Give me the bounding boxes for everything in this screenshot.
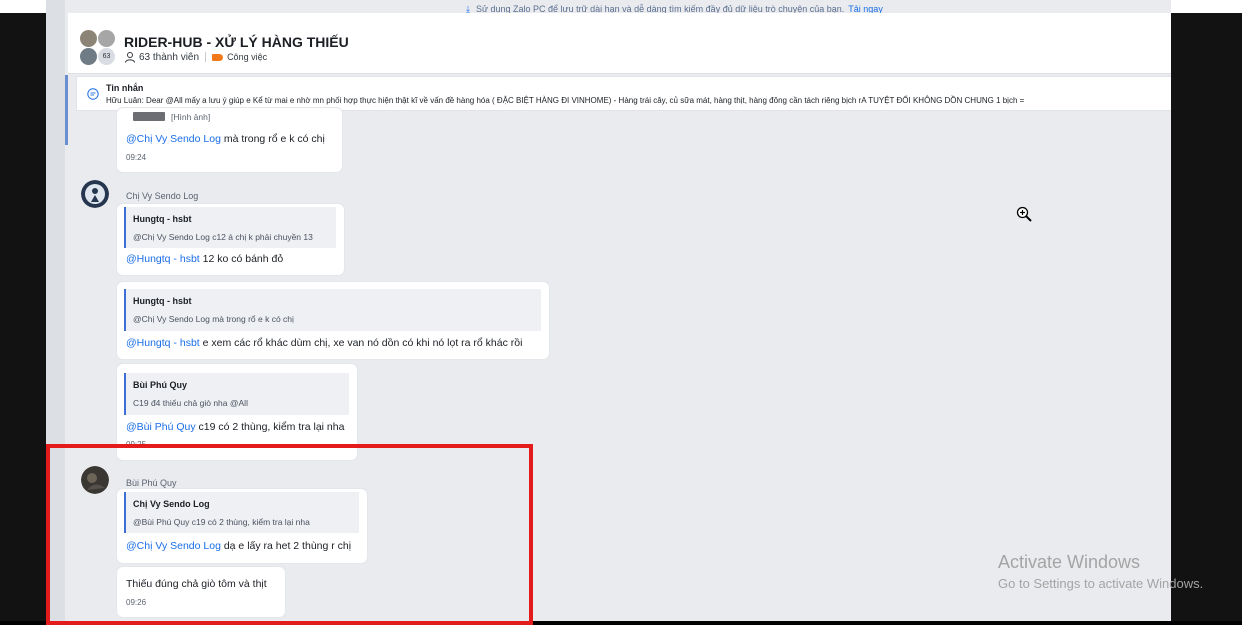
desktop-left-margin bbox=[0, 13, 46, 621]
pinned-text: Hữu Luân: Dear @All mấy a lưu ý giúp e K… bbox=[106, 96, 1025, 105]
quoted-message[interactable]: Hungtq - hsbt @Chị Vy Sendo Log c12 á ch… bbox=[124, 207, 336, 248]
member-avatar bbox=[80, 30, 97, 47]
image-attachment[interactable]: [Hình ảnh] bbox=[117, 112, 342, 124]
quoted-text: @Bùi Phú Quy c19 có 2 thùng, kiểm tra lạ… bbox=[133, 517, 310, 527]
sender-avatar[interactable] bbox=[81, 180, 109, 208]
quoted-text: C19 đ4 thiếu chả giò nha @All bbox=[133, 398, 248, 408]
divider bbox=[205, 52, 207, 62]
person-icon bbox=[125, 52, 135, 63]
mention-link[interactable]: @Hungtq - hsbt bbox=[126, 337, 200, 349]
watermark-title: Activate Windows bbox=[998, 552, 1141, 572]
scrollbar-thumb[interactable] bbox=[65, 75, 68, 145]
group-meta: 63 thành viên Công việc bbox=[124, 51, 267, 63]
group-title[interactable]: RIDER-HUB - XỬ LÝ HÀNG THIẾU bbox=[124, 34, 349, 50]
message-body: dạ e lấy ra het 2 thùng r chị bbox=[220, 540, 352, 552]
quoted-sender: Bùi Phú Quy bbox=[133, 380, 187, 390]
desktop-right-margin bbox=[1171, 13, 1242, 621]
message-text: @Chị Vy Sendo Log mà trong rổ e k có chị bbox=[126, 133, 325, 145]
sender-name: Bùi Phú Quy bbox=[126, 478, 177, 488]
message-body: c19 có 2 thùng, kiểm tra lại nha bbox=[195, 421, 345, 433]
message-text: @Chị Vy Sendo Log dạ e lấy ra het 2 thùn… bbox=[126, 540, 351, 552]
message-bubble[interactable]: Hungtq - hsbt @Chị Vy Sendo Log c12 á ch… bbox=[117, 204, 344, 275]
mention-link[interactable]: @Chị Vy Sendo Log bbox=[126, 133, 221, 145]
sender-name: Chị Vy Sendo Log bbox=[126, 191, 199, 201]
members-label[interactable]: 63 thành viên bbox=[139, 52, 199, 63]
quoted-text: @Chị Vy Sendo Log mà trong rổ e k có chị bbox=[133, 314, 294, 324]
message-time: 09:26 bbox=[126, 598, 147, 607]
chat-header: 63 RIDER-HUB - XỬ LÝ HÀNG THIẾU 63 thành… bbox=[68, 13, 1171, 74]
zalo-chat-window: ⤓ Sử dụng Zalo PC để lưu trữ dài hạn và d… bbox=[46, 0, 1171, 621]
message-body: 12 ko có bánh đỏ bbox=[199, 253, 284, 265]
message-text: @Hungtq - hsbt e xem các rổ khác dùm chị… bbox=[126, 337, 522, 349]
mention-link[interactable]: @Bùi Phú Quy bbox=[126, 421, 196, 433]
quoted-message[interactable]: Hungtq - hsbt @Chị Vy Sendo Log mà trong… bbox=[124, 289, 541, 331]
quoted-message[interactable]: Bùi Phú Quy C19 đ4 thiếu chả giò nha @Al… bbox=[124, 373, 349, 415]
tag-label[interactable]: Công việc bbox=[227, 52, 267, 62]
message-text: @Bùi Phú Quy c19 có 2 thùng, kiểm tra lạ… bbox=[126, 421, 344, 433]
mention-link[interactable]: @Hungtq - hsbt bbox=[126, 253, 200, 265]
member-count-badge: 63 bbox=[98, 48, 115, 65]
pinned-message-icon bbox=[87, 88, 99, 100]
sender-avatar[interactable] bbox=[81, 466, 109, 494]
message-bubble[interactable]: Hungtq - hsbt @Chị Vy Sendo Log mà trong… bbox=[117, 282, 549, 359]
windows-activation-watermark: Activate Windows Go to Settings to activ… bbox=[998, 552, 1203, 591]
quoted-message[interactable]: Chị Vy Sendo Log @Bùi Phú Quy c19 có 2 t… bbox=[124, 492, 359, 533]
message-bubble[interactable]: Chị Vy Sendo Log @Bùi Phú Quy c19 có 2 t… bbox=[117, 489, 367, 563]
pinned-message-bar[interactable]: Tin nhắn Hữu Luân: Dear @All mấy a lưu ý… bbox=[76, 76, 1171, 111]
quoted-sender: Chị Vy Sendo Log bbox=[133, 499, 210, 509]
quoted-sender: Hungtq - hsbt bbox=[133, 296, 192, 306]
conversation-list-edge bbox=[46, 0, 65, 621]
quoted-sender: Hungtq - hsbt bbox=[133, 214, 192, 224]
message-text: @Hungtq - hsbt 12 ko có bánh đỏ bbox=[126, 253, 283, 265]
zoom-in-cursor-icon bbox=[1016, 206, 1032, 222]
tag-icon bbox=[212, 53, 224, 61]
image-thumbnail[interactable] bbox=[133, 112, 165, 121]
member-avatar bbox=[80, 48, 97, 65]
message-text: Thiếu đúng chả giò tôm và thịt bbox=[126, 578, 267, 590]
message-time: 09:25 bbox=[126, 440, 147, 449]
message-bubble[interactable]: Thiếu đúng chả giò tôm và thịt 09:26 bbox=[117, 567, 285, 617]
pinned-title: Tin nhắn bbox=[106, 83, 144, 93]
message-time: 09:24 bbox=[126, 153, 147, 162]
message-bubble[interactable]: [Hình ảnh] @Chị Vy Sendo Log mà trong rổ… bbox=[117, 108, 342, 172]
message-body: e xem các rổ khác dùm chị, xe van nó dồn… bbox=[199, 337, 523, 349]
watermark-subtitle: Go to Settings to activate Windows. bbox=[998, 576, 1204, 591]
group-avatar[interactable]: 63 bbox=[80, 30, 116, 66]
mention-link[interactable]: @Chị Vy Sendo Log bbox=[126, 540, 221, 552]
message-bubble[interactable]: Bùi Phú Quy C19 đ4 thiếu chả giò nha @Al… bbox=[117, 364, 357, 460]
image-label: [Hình ảnh] bbox=[171, 112, 211, 122]
member-avatar bbox=[98, 30, 115, 47]
quoted-text: @Chị Vy Sendo Log c12 á chị k phải chuyề… bbox=[133, 232, 313, 242]
message-body: mà trong rổ e k có chị bbox=[220, 133, 325, 145]
